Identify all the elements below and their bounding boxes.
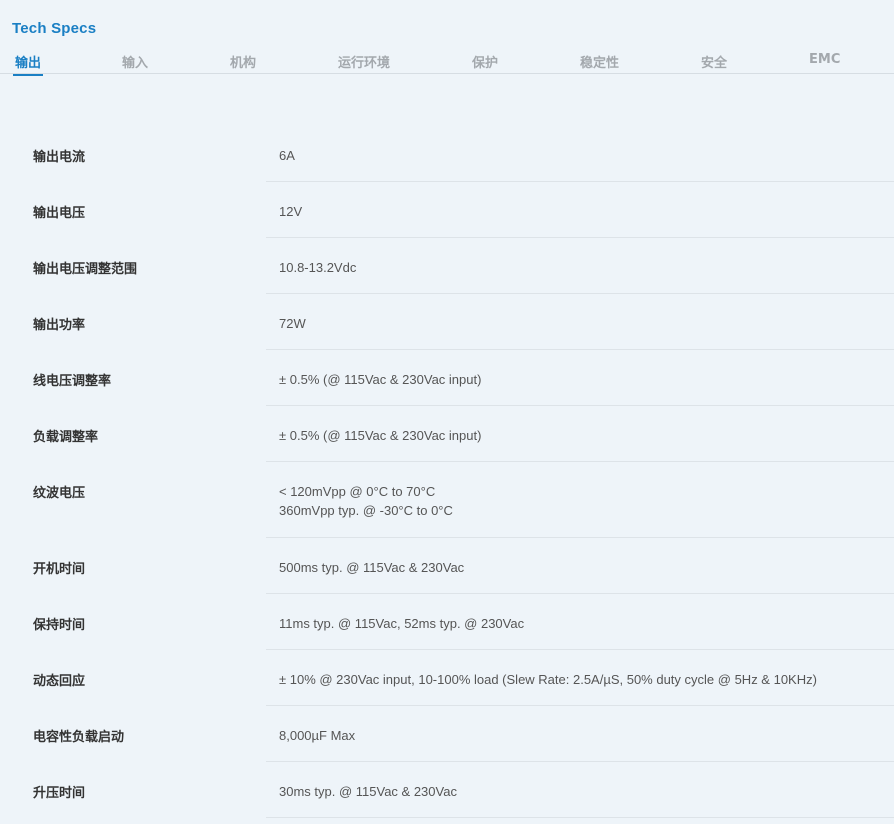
- page-title: Tech Specs: [12, 20, 97, 37]
- spec-value-text: 10.8-13.2Vdc: [279, 260, 357, 275]
- table-row: 开机时间 500ms typ. @ 115Vac & 230Vac: [0, 538, 894, 594]
- spec-value-text: 8,000µF Max: [279, 728, 356, 743]
- spec-label: 动态回应: [33, 674, 86, 689]
- spec-label: 负载调整率: [33, 430, 99, 445]
- spec-value: 11ms typ. @ 115Vac, 52ms typ. @ 230Vac: [279, 614, 524, 633]
- table-row: 输出电压调整范围 10.8-13.2Vdc: [0, 238, 894, 294]
- spec-value-text: ± 0.5% (@ 115Vac & 230Vac input): [279, 372, 482, 387]
- spec-value: 30ms typ. @ 115Vac & 230Vac: [279, 782, 457, 801]
- tab-input[interactable]: 输入: [122, 52, 148, 71]
- spec-value-text: 11ms typ. @ 115Vac, 52ms typ. @ 230Vac: [279, 616, 525, 631]
- spec-value-text: 72W: [279, 316, 306, 331]
- spec-value: 6A: [279, 146, 295, 165]
- spec-value: 500ms typ. @ 115Vac & 230Vac: [279, 558, 464, 577]
- table-row: 纹波电压 < 120mVpp @ 0°C to 70°C 360mVpp typ…: [0, 462, 894, 538]
- tab-protection[interactable]: 保护: [472, 52, 498, 71]
- tab-emc[interactable]: EMC: [809, 52, 840, 67]
- table-row: 电容性负载启动 8,000µF Max: [0, 706, 894, 762]
- spec-value: ± 0.5% (@ 115Vac & 230Vac input): [279, 426, 481, 445]
- table-row: 升压时间 30ms typ. @ 115Vac & 230Vac: [0, 762, 894, 818]
- spec-label: 输出电压调整范围: [33, 262, 138, 277]
- table-row: 输出电流 6A: [0, 126, 894, 182]
- spec-label: 电容性负载启动: [33, 730, 125, 745]
- table-row: 负载调整率 ± 0.5% (@ 115Vac & 230Vac input): [0, 406, 894, 462]
- spec-value: ± 10% @ 230Vac input, 10-100% load (Slew…: [279, 670, 817, 689]
- spec-label: 保持时间: [33, 618, 86, 633]
- spec-label: 线电压调整率: [33, 374, 112, 389]
- spec-value: 10.8-13.2Vdc: [279, 258, 356, 277]
- table-row: 输出电压 12V: [0, 182, 894, 238]
- tab-safety[interactable]: 安全: [701, 52, 727, 71]
- row-divider: [266, 817, 894, 818]
- tab-mechanical[interactable]: 机构: [230, 52, 256, 71]
- spec-value-text: ± 0.5% (@ 115Vac & 230Vac input): [279, 428, 482, 443]
- table-row: 保持时间 11ms typ. @ 115Vac, 52ms typ. @ 230…: [0, 594, 894, 650]
- spec-value: 72W: [279, 314, 306, 333]
- spec-label: 输出电压: [33, 206, 86, 221]
- spec-value-text: 12V: [279, 204, 303, 219]
- spec-label: 升压时间: [33, 786, 86, 801]
- spec-label: 纹波电压: [33, 486, 86, 501]
- tab-reliability[interactable]: 稳定性: [580, 52, 619, 71]
- spec-value: < 120mVpp @ 0°C to 70°C 360mVpp typ. @ -…: [279, 482, 453, 520]
- spec-label: 输出功率: [33, 318, 86, 333]
- spec-value-text: 30ms typ. @ 115Vac & 230Vac: [279, 784, 457, 799]
- spec-value-text: 500ms typ. @ 115Vac & 230Vac: [279, 560, 465, 575]
- spec-value: 8,000µF Max: [279, 726, 355, 745]
- spec-value-text: < 120mVpp @ 0°C to 70°C: [279, 484, 436, 499]
- spec-label: 开机时间: [33, 562, 86, 577]
- spec-value-text: 6A: [279, 148, 295, 163]
- spec-value: 12V: [279, 202, 302, 221]
- tab-environment[interactable]: 运行环境: [338, 52, 390, 71]
- spec-tabs: 输出 输入 机构 运行环境 保护 稳定性 安全 EMC: [0, 50, 894, 76]
- tab-output[interactable]: 输出: [12, 52, 44, 76]
- spec-value-text: 360mVpp typ. @ -30°C to 0°C: [279, 503, 453, 518]
- spec-table: 输出电流 6A 输出电压 12V 输出电压调整范围 10.8-13.2Vdc 输…: [0, 126, 894, 818]
- table-row: 输出功率 72W: [0, 294, 894, 350]
- spec-label: 输出电流: [33, 150, 86, 165]
- spec-value: ± 0.5% (@ 115Vac & 230Vac input): [279, 370, 481, 389]
- table-row: 动态回应 ± 10% @ 230Vac input, 10-100% load …: [0, 650, 894, 706]
- spec-value-text: ± 10% @ 230Vac input, 10-100% load (Slew…: [279, 672, 817, 687]
- table-row: 线电压调整率 ± 0.5% (@ 115Vac & 230Vac input): [0, 350, 894, 406]
